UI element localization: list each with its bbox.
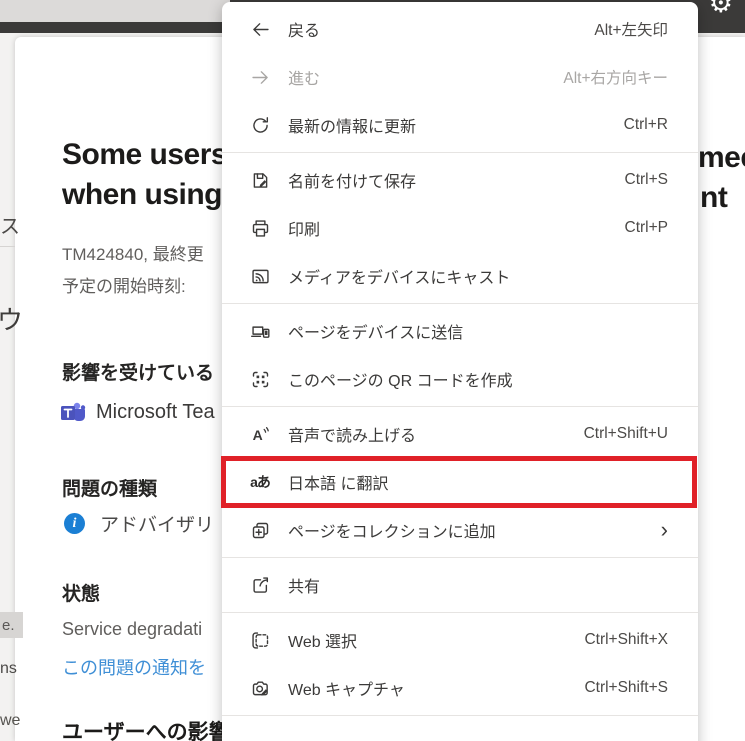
chip-label: e. [2, 617, 15, 634]
left-rail-selected-chip[interactable]: e. [0, 612, 23, 638]
read-aloud-icon: A [248, 422, 272, 446]
microsoft-teams-icon [60, 400, 86, 424]
screen: ⚙ ス ウ e. ns we Some users when using mee… [0, 0, 745, 741]
menu-item-print[interactable]: 印刷 Ctrl+P [222, 204, 698, 252]
menu-item-shortcut: Alt+左矢印 [594, 18, 668, 40]
menu-item-label: 戻る [288, 17, 594, 41]
left-rail-text-fragment: ス [0, 210, 20, 239]
web-capture-icon [248, 676, 272, 700]
svg-text:A: A [252, 426, 262, 442]
left-rail-text-fragment: ns [0, 660, 17, 678]
menu-separator [222, 557, 698, 558]
status-value: Service degradati [62, 619, 202, 640]
left-rail-text-fragment: ウ [0, 300, 23, 337]
menu-separator [222, 303, 698, 304]
browser-tab-strip [0, 0, 230, 22]
cast-icon [248, 264, 272, 288]
menu-item-shortcut: Ctrl+R [624, 116, 668, 134]
menu-item-back[interactable]: 戻る Alt+左矢印 [222, 5, 698, 53]
menu-item-label: Web 選択 [288, 628, 584, 652]
menu-separator [222, 612, 698, 613]
menu-item-read-aloud[interactable]: A 音声で読み上げる Ctrl+Shift+U [222, 410, 698, 458]
left-rail-divider [0, 246, 15, 247]
menu-item-label: このページの QR コードを作成 [288, 367, 668, 391]
menu-item-translate[interactable]: aあ 日本語 に翻訳 [222, 458, 698, 506]
print-icon [248, 216, 272, 240]
info-icon: i [64, 513, 85, 534]
menu-item-label: 名前を付けて保存 [288, 168, 625, 192]
menu-item-shortcut: Ctrl+S [625, 171, 669, 189]
issue-type-row: i アドバイザリ [64, 510, 214, 537]
menu-item-web-capture[interactable]: Web キャプチャ Ctrl+Shift+S [222, 664, 698, 712]
page-title-overflow-line2: nt [700, 181, 727, 215]
menu-item-label: 音声で読み上げる [288, 422, 584, 446]
menu-item-shortcut: Ctrl+P [625, 219, 669, 237]
back-icon [248, 17, 272, 41]
menu-item-shortcut: Alt+右方向キー [563, 66, 668, 88]
refresh-icon [248, 113, 272, 137]
translate-icon: aあ [248, 470, 272, 494]
affected-services-heading: 影響を受けている [62, 358, 214, 385]
menu-separator [222, 406, 698, 407]
incident-id-text: TM424840, 最終更 [62, 240, 204, 265]
issue-type-value: アドバイザリ [100, 510, 214, 537]
menu-item-label: メディアをデバイスにキャスト [288, 264, 668, 288]
share-icon [248, 573, 272, 597]
page-title-line1: Some users [62, 138, 227, 172]
menu-item-shortcut: Ctrl+Shift+U [584, 425, 668, 443]
menu-separator [222, 715, 698, 716]
menu-item-label: 共有 [288, 573, 668, 597]
menu-item-add-to-collections[interactable]: ページをコレクションに追加 › [222, 506, 698, 554]
menu-item-label: Web キャプチャ [288, 676, 584, 700]
menu-item-label: 印刷 [288, 216, 625, 240]
save-as-icon [248, 168, 272, 192]
collections-add-icon [248, 518, 272, 542]
menu-item-web-select[interactable]: Web 選択 Ctrl+Shift+X [222, 616, 698, 664]
send-to-device-icon [248, 319, 272, 343]
web-select-icon [248, 628, 272, 652]
issue-type-heading: 問題の種類 [62, 474, 157, 501]
menu-item-label: 進む [288, 65, 563, 89]
context-menu: 戻る Alt+左矢印 進む Alt+右方向キー 最新の情報に更新 Ctrl+R … [222, 2, 698, 741]
menu-item-share[interactable]: 共有 [222, 561, 698, 609]
menu-item-forward: 進む Alt+右方向キー [222, 53, 698, 101]
submenu-chevron-icon: › [661, 519, 668, 541]
affected-service-label: Microsoft Tea [96, 401, 215, 424]
gear-icon[interactable]: ⚙ [709, 0, 733, 17]
menu-item-refresh[interactable]: 最新の情報に更新 Ctrl+R [222, 101, 698, 149]
menu-separator [222, 152, 698, 153]
menu-item-save-as[interactable]: 名前を付けて保存 Ctrl+S [222, 156, 698, 204]
status-heading: 状態 [62, 579, 100, 606]
menu-item-send-to-device[interactable]: ページをデバイスに送信 [222, 307, 698, 355]
qr-code-icon [248, 367, 272, 391]
menu-item-label: ページをコレクションに追加 [288, 518, 661, 542]
forward-icon [248, 65, 272, 89]
notification-link[interactable]: この問題の通知を [62, 654, 206, 680]
menu-item-shortcut: Ctrl+Shift+X [584, 631, 668, 649]
scheduled-start-text: 予定の開始時刻: [62, 272, 186, 297]
page-title-overflow-line1: mee [698, 141, 745, 175]
left-rail-text-fragment: we [0, 712, 20, 730]
menu-item-create-qr[interactable]: このページの QR コードを作成 [222, 355, 698, 403]
affected-service-row: Microsoft Tea [60, 400, 215, 424]
page-title-line2: when using [62, 178, 222, 212]
user-impact-heading: ユーザーへの影響 [62, 716, 230, 741]
menu-item-cast-media[interactable]: メディアをデバイスにキャスト [222, 252, 698, 300]
menu-item-shortcut: Ctrl+Shift+S [584, 679, 668, 697]
menu-item-label: 最新の情報に更新 [288, 113, 624, 137]
menu-item-label: 日本語 に翻訳 [288, 470, 668, 494]
menu-item-label: ページをデバイスに送信 [288, 319, 668, 343]
